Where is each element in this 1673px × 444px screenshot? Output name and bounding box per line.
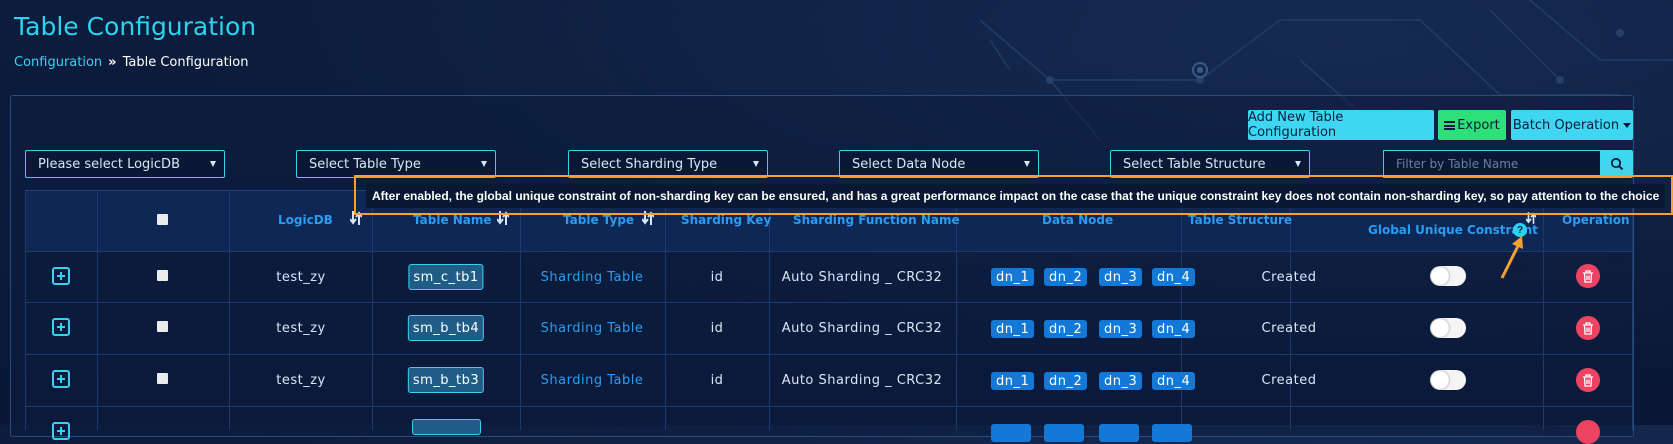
data-node-badge[interactable]: dn_3	[1099, 320, 1143, 338]
annotation-arrow-icon	[1500, 236, 1523, 279]
logicdb-select[interactable]: Please select LogicDB	[25, 150, 225, 178]
batch-operation-label: Batch Operation	[1512, 117, 1620, 133]
data-node-badge[interactable]: dn_4	[1152, 372, 1196, 390]
sharding-type-select[interactable]: Select Sharding Type	[568, 150, 768, 178]
data-node-badge[interactable]: dn_3	[1099, 372, 1143, 390]
data-node-badge[interactable]: dn_2	[1044, 372, 1088, 390]
sharding-type-select-value: Select Sharding Type	[581, 156, 718, 172]
global-unique-toggle[interactable]	[1430, 370, 1466, 390]
tooltip-text: After enabled, the global unique constra…	[366, 184, 1666, 208]
breadcrumb-current: Table Configuration	[122, 55, 249, 70]
data-node-badge[interactable]	[1152, 424, 1192, 442]
delete-button[interactable]	[1576, 420, 1600, 444]
row-table-name[interactable]: sm_b_tb4	[407, 315, 485, 341]
data-node-badge[interactable]: dn_1	[991, 268, 1035, 286]
data-node-badge[interactable]: dn_2	[1044, 268, 1088, 286]
tooltip-highlight: After enabled, the global unique constra…	[354, 175, 1673, 215]
table-structure-select[interactable]: Select Table Structure	[1110, 150, 1310, 178]
row-table-structure: Created	[1261, 321, 1317, 336]
dropdown-arrow-icon	[753, 161, 759, 167]
column-header-table-structure: Table Structure	[1188, 213, 1293, 227]
row-table-type-link[interactable]: Sharding Table	[541, 270, 644, 285]
row-sharding-function: Auto Sharding _ CRC32	[781, 270, 943, 285]
menu-icon	[1444, 120, 1456, 130]
data-node-badge[interactable]	[991, 424, 1031, 442]
add-table-configuration-button[interactable]: Add New Table Configuration	[1248, 110, 1434, 140]
row-logicdb: test_zy	[276, 373, 326, 388]
dropdown-arrow-icon	[210, 161, 216, 167]
toggle-knob	[1431, 267, 1449, 285]
row-table-structure: Created	[1261, 270, 1317, 285]
data-node-badge[interactable]: dn_1	[991, 372, 1035, 390]
row-sharding-function: Auto Sharding _ CRC32	[781, 321, 943, 336]
dropdown-arrow-icon	[481, 161, 487, 167]
delete-button[interactable]	[1576, 368, 1600, 392]
column-header-table-name[interactable]: Table Name	[413, 213, 492, 227]
column-header-logicdb[interactable]: LogicDB	[278, 213, 333, 227]
export-label: Export	[1457, 117, 1500, 133]
delete-button[interactable]	[1576, 264, 1600, 288]
dropdown-arrow-icon	[1024, 161, 1030, 167]
trash-icon	[1583, 321, 1593, 335]
row-table-structure: Created	[1261, 373, 1317, 388]
toggle-knob	[1431, 319, 1449, 337]
column-header-sharding-key: Sharding Key	[681, 213, 772, 227]
data-node-badge[interactable]: dn_1	[991, 320, 1035, 338]
row-logicdb: test_zy	[276, 270, 326, 285]
table-structure-select-value: Select Table Structure	[1123, 156, 1266, 172]
select-all-checkbox[interactable]	[157, 214, 168, 225]
data-node-badge[interactable]: dn_3	[1099, 268, 1143, 286]
caret-down-icon	[1623, 122, 1632, 128]
batch-operation-button[interactable]: Batch Operation	[1511, 110, 1633, 140]
trash-icon	[1583, 373, 1593, 387]
column-header-sharding-function: Sharding Function Name	[793, 213, 960, 227]
row-checkbox[interactable]	[157, 270, 168, 281]
plus-square-icon[interactable]	[52, 318, 70, 336]
table-type-select[interactable]: Select Table Type	[296, 150, 496, 178]
plus-square-icon[interactable]	[52, 370, 70, 388]
delete-button[interactable]	[1576, 316, 1600, 340]
plus-square-icon[interactable]	[52, 267, 70, 285]
row-table-type-link[interactable]: Sharding Table	[541, 321, 644, 336]
data-node-badge[interactable]: dn_4	[1152, 268, 1196, 286]
search-button[interactable]	[1600, 150, 1633, 178]
toggle-knob	[1431, 371, 1449, 389]
data-node-badge[interactable]: dn_2	[1044, 320, 1088, 338]
row-table-name[interactable]: sm_c_tb1	[408, 264, 484, 290]
row-sharding-key: id	[710, 321, 724, 336]
column-header-table-type[interactable]: Table Type	[563, 213, 634, 227]
data-node-badge[interactable]	[1099, 424, 1139, 442]
global-unique-toggle[interactable]	[1430, 266, 1466, 286]
row-checkbox[interactable]	[157, 321, 168, 332]
row-logicdb: test_zy	[276, 321, 326, 336]
global-unique-toggle[interactable]	[1430, 318, 1466, 338]
row-sharding-key: id	[710, 373, 724, 388]
table-type-select-value: Select Table Type	[309, 156, 421, 172]
logicdb-select-value: Please select LogicDB	[38, 156, 180, 172]
search-icon	[1610, 157, 1623, 171]
table-configuration-table: LogicDB Table Name Table Type Sharding K…	[25, 190, 1633, 444]
column-header-data-node: Data Node	[1042, 213, 1114, 227]
page-title: Table Configuration	[14, 12, 257, 41]
row-table-name[interactable]: sm_b_tb3	[407, 367, 485, 393]
data-node-select[interactable]: Select Data Node	[839, 150, 1039, 178]
row-table-name[interactable]	[412, 419, 481, 435]
breadcrumb-separator: »	[108, 55, 117, 70]
column-header-operation: Operation	[1562, 213, 1630, 227]
row-table-type-link[interactable]: Sharding Table	[541, 373, 644, 388]
breadcrumb: Configuration » Table Configuration	[14, 55, 249, 70]
export-button[interactable]: Export	[1438, 110, 1506, 140]
data-node-badge[interactable]	[1044, 424, 1084, 442]
row-checkbox[interactable]	[157, 373, 168, 384]
row-sharding-function: Auto Sharding _ CRC32	[781, 373, 943, 388]
breadcrumb-configuration-link[interactable]: Configuration	[14, 55, 102, 70]
dropdown-arrow-icon	[1295, 161, 1301, 167]
table-name-search-input[interactable]	[1383, 150, 1600, 178]
data-node-select-value: Select Data Node	[852, 156, 966, 172]
trash-icon	[1583, 269, 1593, 283]
row-sharding-key: id	[710, 270, 724, 285]
data-node-badge[interactable]: dn_4	[1152, 320, 1196, 338]
